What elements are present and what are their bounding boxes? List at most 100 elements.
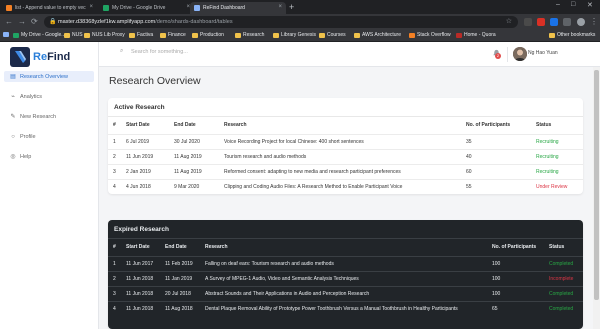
url-host: master.d38368yzlef1kw.amplifyapp.com (58, 19, 156, 25)
participant-count: 100 (487, 270, 544, 286)
table-row[interactable]: 4 4 Jun 2018 9 Mar 2020 Clipping and Cod… (108, 178, 583, 194)
bookmark-factiva[interactable]: Factiva (129, 32, 153, 38)
research-title: Voice Recording Project for local Chines… (219, 133, 461, 149)
folder-icon (129, 32, 135, 38)
sidebar-item-analytics[interactable]: ⌁ Analytics (4, 91, 94, 102)
search-icon: ⌕ (120, 48, 124, 54)
column-header: No. of Participants (466, 122, 511, 129)
expired-research-card: Expired Research # Start Date End Date R… (108, 220, 583, 329)
stackoverflow-icon (409, 32, 415, 38)
close-tab-icon[interactable]: × (89, 4, 93, 10)
table-row[interactable]: 1 6 Jul 2019 30 Jul 2020 Voice Recording… (108, 133, 583, 149)
start-date: 2 Jan 2019 (121, 163, 169, 179)
avatar-image (513, 47, 527, 61)
bookmark-courses[interactable]: Courses (319, 32, 346, 38)
minimize-icon[interactable]: – (556, 1, 560, 8)
help-icon: ◎ (10, 154, 16, 160)
table-row[interactable]: 4 11 Jun 2018 11 Aug 2018 Dental Plaque … (108, 300, 583, 316)
folder-icon (319, 32, 325, 38)
start-date: 11 Jun 2017 (121, 255, 160, 271)
row-number: 1 (108, 255, 121, 271)
extension-icon[interactable] (537, 18, 545, 26)
row-number: 1 (108, 133, 121, 149)
participant-count: 55 (461, 178, 531, 194)
end-date: 30 Jul 2020 (169, 133, 219, 149)
scrollbar-thumb[interactable] (594, 70, 599, 300)
close-tab-icon[interactable]: × (278, 4, 282, 10)
research-title: Dental Plaque Removal Ability of Prototy… (200, 300, 487, 316)
search-input[interactable]: Search for something... (131, 49, 188, 55)
table-row[interactable]: 2 11 Jun 2019 11 Aug 2019 Tourism resear… (108, 148, 583, 164)
status-badge: Recruiting (531, 163, 583, 179)
back-icon[interactable]: ← (5, 16, 13, 28)
sidebar-item-label: Analytics (20, 93, 43, 100)
apps-icon[interactable] (3, 32, 11, 37)
sidebar-item-label: Profile (20, 133, 36, 140)
start-date: 11 Jun 2018 (121, 270, 160, 286)
column-header: Status (549, 244, 565, 251)
bookmark-production[interactable]: Production (192, 32, 224, 38)
bookmark-research[interactable]: Research (235, 32, 264, 38)
extension-icon[interactable] (563, 18, 571, 26)
status-badge: Under Review (531, 178, 583, 194)
close-window-icon[interactable]: ✕ (587, 1, 593, 9)
extension-icon[interactable] (524, 18, 532, 26)
avatar[interactable] (513, 47, 527, 61)
end-date: 11 Jan 2019 (160, 270, 200, 286)
forward-icon[interactable]: → (18, 16, 26, 28)
column-header: Status (536, 122, 552, 129)
browser-tab-drive[interactable]: My Drive - Google Drive × (99, 2, 194, 14)
sidebar-item-label: New Research (20, 113, 57, 120)
participant-count: 100 (487, 285, 544, 301)
bookmark-my-drive[interactable]: My Drive - Google... (13, 32, 65, 38)
username[interactable]: Ng Hao Yuan (528, 50, 558, 56)
bookmark-home-quora[interactable]: Home - Quora (456, 32, 496, 38)
profile-icon[interactable] (577, 18, 585, 26)
column-header: # (113, 244, 116, 251)
bookmark-nus-lib-proxy[interactable]: NUS Lib Proxy (84, 32, 125, 38)
column-header: Start Date (126, 244, 150, 251)
active-research-card: Active Research # Start Date End Date Re… (108, 98, 583, 194)
table-row[interactable]: 3 11 Jun 2018 20 Jul 2018 Abstract Sound… (108, 285, 583, 301)
end-date: 11 Aug 2018 (160, 300, 200, 316)
browser-tab-title: ReFind Dashboard (203, 5, 245, 11)
row-number: 2 (108, 270, 121, 286)
bookmark-other[interactable]: Other bookmarks (549, 32, 595, 38)
bookmark-library-genesis[interactable]: Library Genesis (273, 32, 316, 38)
bookmark-nus[interactable]: NUS (64, 32, 83, 38)
address-bar[interactable]: 🔒 master.d38368yzlef1kw.amplifyapp.com/d… (44, 16, 518, 28)
logo-text: ReFind (33, 51, 71, 63)
bookmark-star-icon[interactable]: ☆ (506, 16, 512, 28)
row-number: 3 (108, 285, 121, 301)
new-tab-button[interactable]: + (289, 2, 294, 12)
folder-icon (160, 32, 166, 38)
browser-tab-list[interactable]: list - Append value to empty vec × (2, 2, 97, 14)
refind-logo-icon (10, 47, 30, 67)
status-badge: Incomplete (544, 270, 583, 286)
reload-icon[interactable]: ⟳ (31, 16, 38, 28)
end-date: 9 Mar 2020 (169, 178, 219, 194)
research-title: Clipping and Coding Audio Files: A Resea… (219, 178, 461, 194)
maximize-icon[interactable]: □ (571, 1, 575, 8)
bookmark-aws-architecture[interactable]: AWS Architecture (354, 32, 401, 38)
row-number: 3 (108, 163, 121, 179)
bookmark-stack-overflow[interactable]: Stack Overflow (409, 32, 451, 38)
sidebar-item-profile[interactable]: ○ Profile (4, 131, 94, 142)
extension-icon[interactable] (550, 18, 558, 26)
lock-icon: 🔒 (49, 19, 57, 25)
folder-icon (354, 32, 360, 38)
table-row[interactable]: 3 2 Jan 2019 11 Aug 2019 Reformed consen… (108, 163, 583, 179)
table-row[interactable]: 1 11 Jun 2017 11 Feb 2019 Falling on dea… (108, 255, 583, 271)
research-title: Tourism research and audio methods (219, 148, 461, 164)
sidebar-item-new-research[interactable]: ✎ New Research (4, 111, 94, 122)
sidebar-item-help[interactable]: ◎ Help (4, 151, 94, 162)
status-badge: Completed (544, 255, 583, 271)
sidebar-item-research-overview[interactable]: ▤ Research Overview (4, 71, 94, 82)
app-topbar: ⌕ Search for something... 2 Ng Hao Yuan (99, 42, 600, 67)
chrome-menu-icon[interactable]: ⋮ (590, 16, 598, 28)
participant-count: 100 (487, 255, 544, 271)
refind-logo[interactable]: ReFind (10, 46, 70, 68)
bookmark-finance[interactable]: Finance (160, 32, 186, 38)
table-row[interactable]: 2 11 Jun 2018 11 Jan 2019 A Survey of MP… (108, 270, 583, 286)
browser-tab-refind[interactable]: ReFind Dashboard × (190, 2, 286, 14)
